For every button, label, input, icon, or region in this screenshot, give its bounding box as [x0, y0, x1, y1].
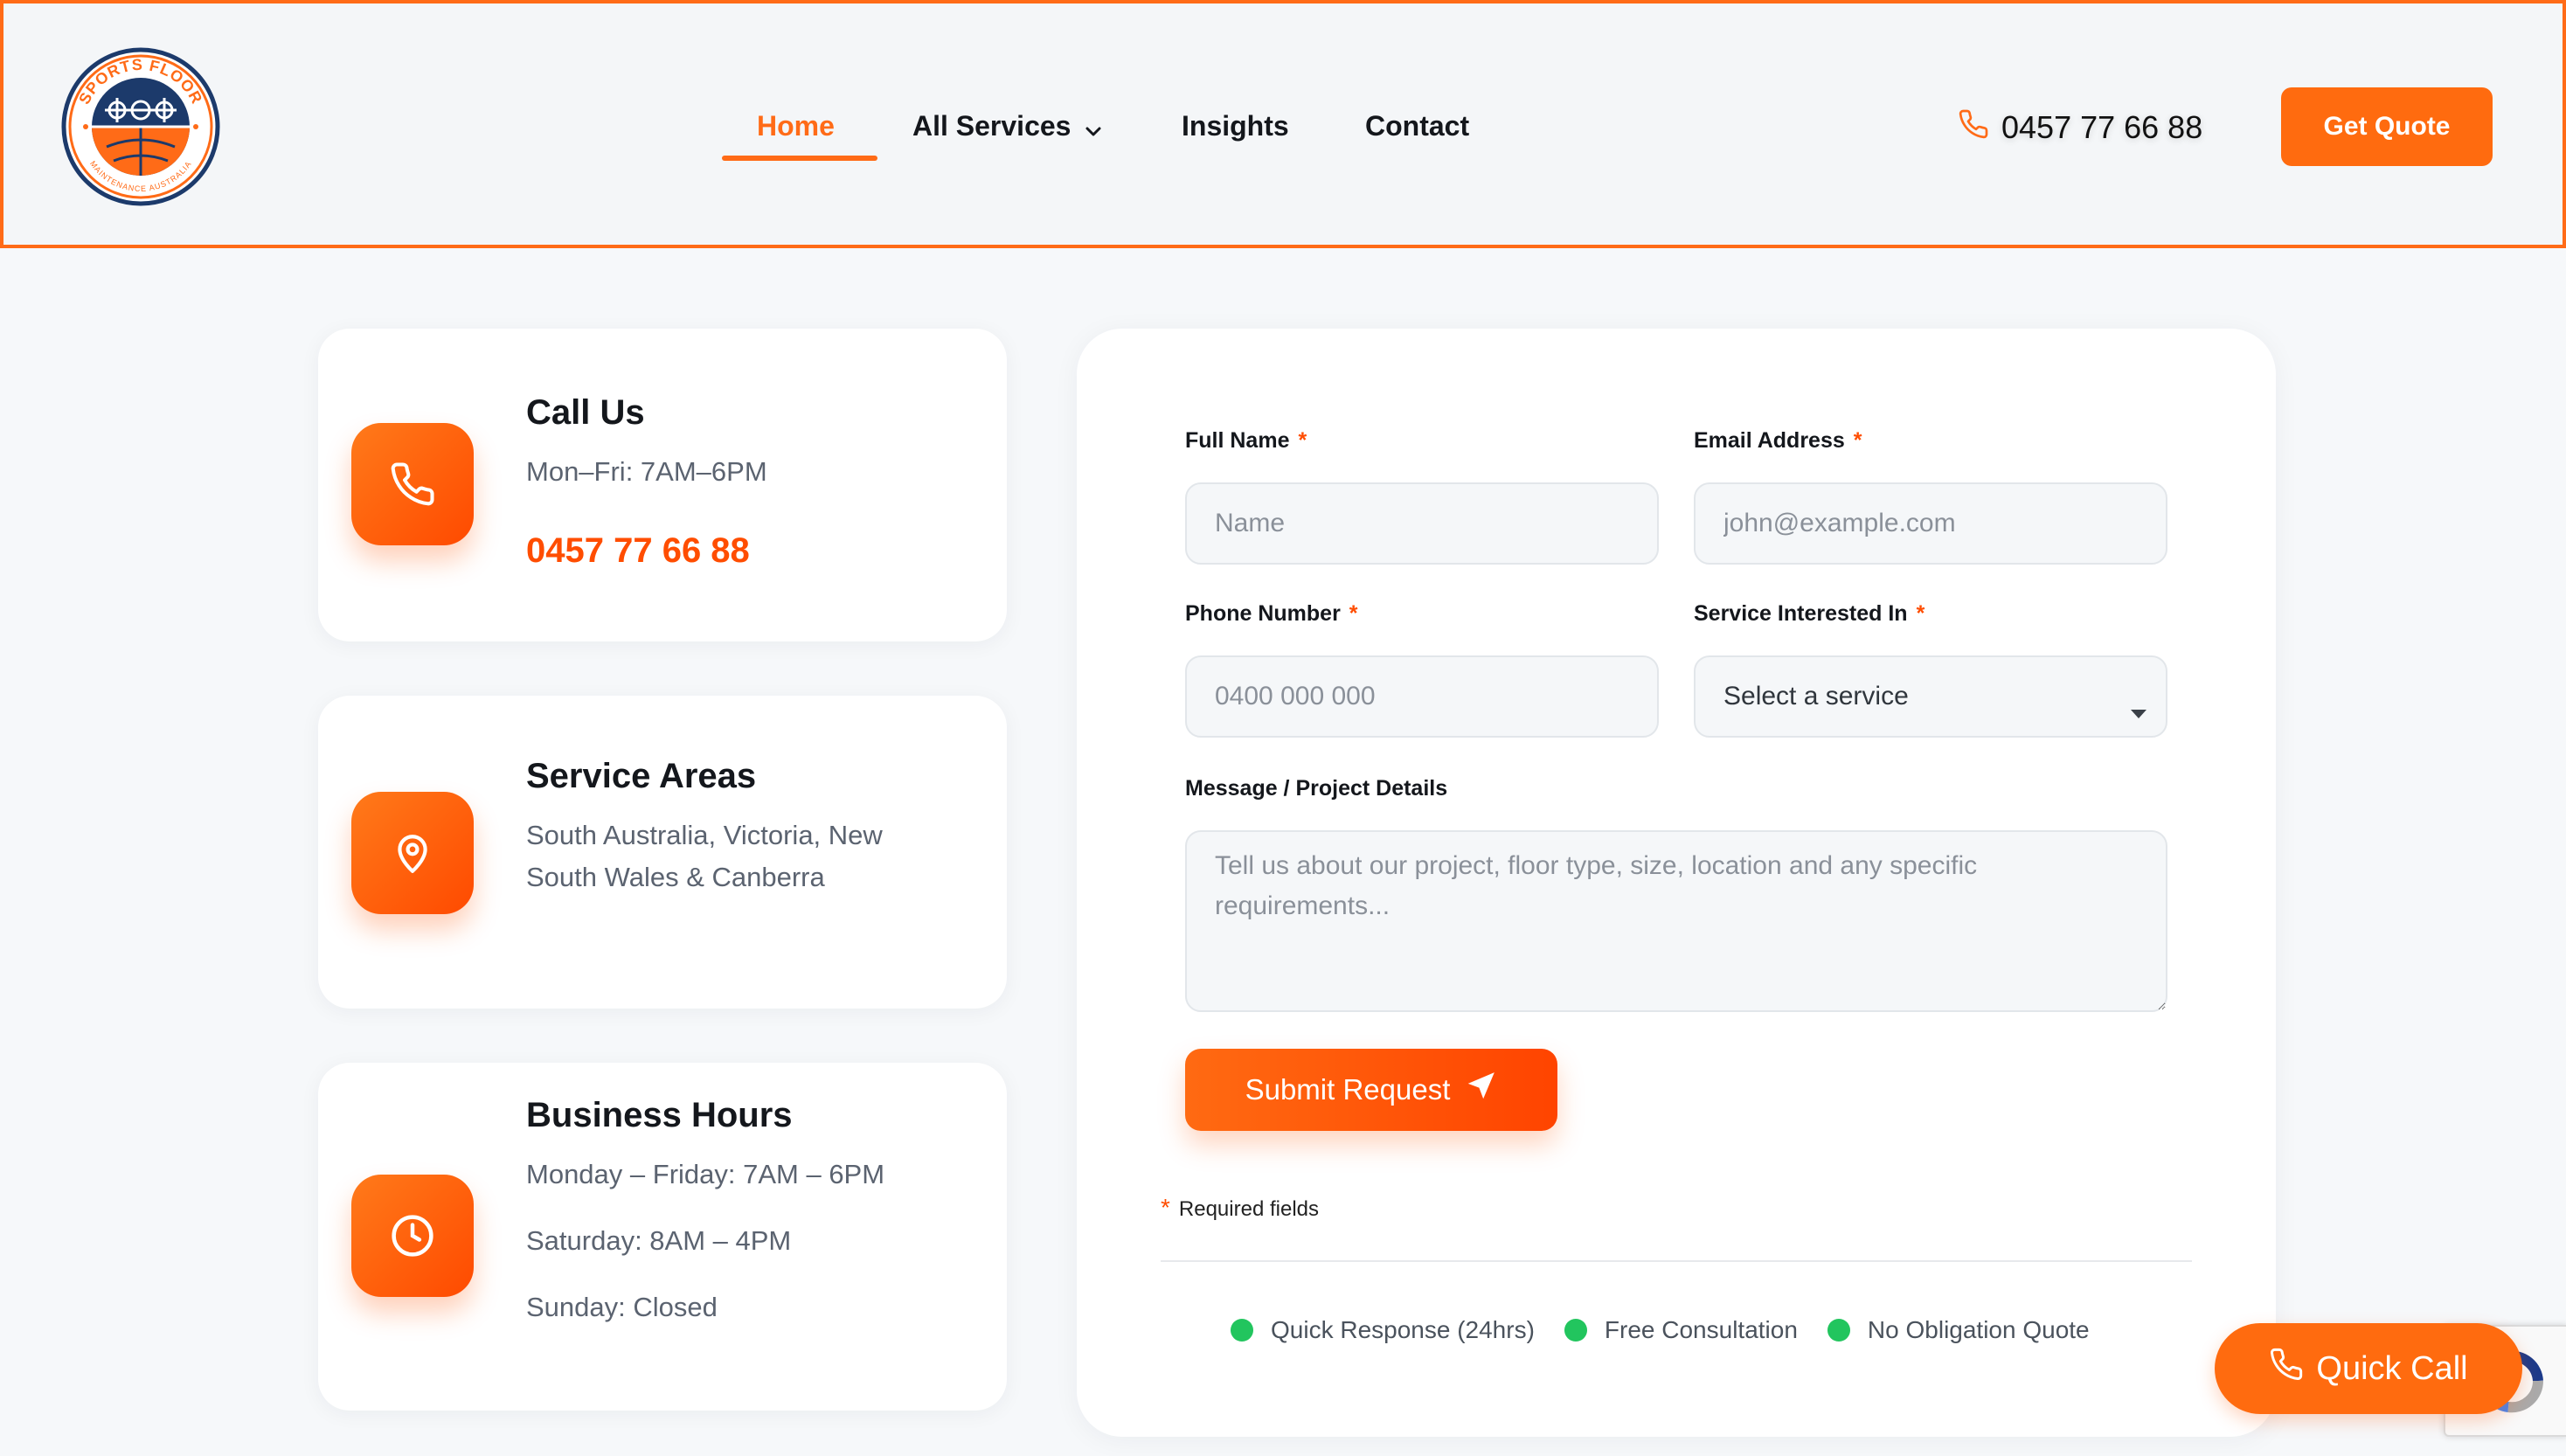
business-hours-sunday: Sunday: Closed: [526, 1292, 718, 1322]
required-star: *: [1161, 1194, 1170, 1221]
badge-text: No Obligation Quote: [1867, 1316, 2090, 1343]
nav-all-services[interactable]: All Services: [912, 94, 1102, 157]
get-quote-button[interactable]: Get Quote: [2281, 87, 2493, 166]
green-dot-icon: [1827, 1319, 1850, 1342]
full-name-input[interactable]: [1185, 482, 1659, 565]
chevron-down-icon: [1085, 97, 1102, 160]
required-mark: *: [1853, 428, 1862, 453]
nav-contact-label: Contact: [1365, 110, 1470, 142]
green-dot-icon: [1231, 1319, 1253, 1342]
phone-icon: [2269, 1347, 2316, 1390]
quick-call-label: Quick Call: [2316, 1349, 2468, 1387]
phone-label: Phone Number *: [1185, 601, 1358, 627]
nav-home[interactable]: Home: [757, 94, 835, 157]
service-label-text: Service Interested In: [1694, 601, 1908, 626]
service-select[interactable]: Select a service: [1694, 655, 2167, 738]
phone-icon: [351, 423, 474, 545]
quick-call-button[interactable]: Quick Call: [2215, 1323, 2522, 1414]
nav-active-underline: [722, 156, 877, 161]
required-fields-text: Required fields: [1178, 1197, 1319, 1221]
service-areas-card: Service Areas South Australia, Victoria,…: [318, 696, 1007, 1009]
service-select-value: Select a service: [1723, 682, 1909, 711]
email-input[interactable]: [1694, 482, 2167, 565]
submit-label: Submit Request: [1245, 1073, 1451, 1106]
map-pin-icon: [351, 792, 474, 914]
business-hours-saturday: Saturday: 8AM – 4PM: [526, 1225, 792, 1256]
service-areas-line-2: South Wales & Canberra: [526, 862, 825, 892]
call-us-hours: Mon–Fri: 7AM–6PM: [526, 456, 767, 487]
badge-no-obligation: No Obligation Quote: [1827, 1316, 2090, 1344]
call-us-phone-link[interactable]: 0457 77 66 88: [526, 531, 750, 571]
full-name-label-text: Full Name: [1185, 428, 1290, 453]
site-logo[interactable]: SPORTS FLOOR MAINTENANCE AUSTRALIA: [61, 47, 220, 206]
badge-quick-response: Quick Response (24hrs): [1231, 1316, 1535, 1344]
badge-free-consultation: Free Consultation: [1564, 1316, 1798, 1344]
message-label: Message / Project Details: [1185, 776, 1448, 801]
email-label-text: Email Address: [1694, 428, 1845, 453]
service-areas-line-1: South Australia, Victoria, New: [526, 820, 883, 850]
required-mark: *: [1916, 601, 1925, 626]
quote-form: Full Name * Email Address * Phone Number * …: [1077, 329, 2276, 1437]
badge-text: Quick Response (24hrs): [1271, 1316, 1535, 1343]
phone-input[interactable]: [1185, 655, 1659, 738]
nav-insights-label: Insights: [1182, 110, 1289, 142]
caret-down-icon: [2129, 697, 2148, 727]
nav-home-label: Home: [757, 110, 835, 142]
business-hours-title: Business Hours: [526, 1096, 793, 1134]
service-areas-title: Service Areas: [526, 757, 757, 795]
business-hours-weekdays: Monday – Friday: 7AM – 6PM: [526, 1159, 885, 1189]
submit-request-button[interactable]: Submit Request: [1185, 1049, 1557, 1131]
header-phone-link[interactable]: 0457 77 66 88: [1958, 101, 2202, 154]
clock-icon: [351, 1175, 474, 1297]
business-hours-card: Business Hours Monday – Friday: 7AM – 6P…: [318, 1063, 1007, 1411]
service-label: Service Interested In *: [1694, 601, 1924, 627]
email-label: Email Address *: [1694, 428, 1862, 454]
message-textarea[interactable]: [1185, 830, 2167, 1012]
green-dot-icon: [1564, 1319, 1587, 1342]
call-us-card: Call Us Mon–Fri: 7AM–6PM 0457 77 66 88: [318, 329, 1007, 641]
required-fields-note: * Required fields: [1161, 1194, 1319, 1222]
nav-all-services-label: All Services: [912, 110, 1071, 142]
phone-icon: [1958, 108, 2001, 148]
header-phone-number: 0457 77 66 88: [2001, 109, 2203, 145]
required-mark: *: [1349, 601, 1358, 626]
site-header: SPORTS FLOOR MAINTENANCE AUSTRALIA Home …: [0, 0, 2566, 248]
nav-contact[interactable]: Contact: [1365, 94, 1469, 157]
badge-text: Free Consultation: [1604, 1316, 1798, 1343]
trust-badges: Quick Response (24hrs) Free Consultation…: [1231, 1316, 2119, 1344]
nav-insights[interactable]: Insights: [1182, 94, 1289, 157]
required-mark: *: [1298, 428, 1307, 453]
phone-label-text: Phone Number: [1185, 601, 1341, 626]
send-icon: [1450, 1070, 1497, 1110]
call-us-title: Call Us: [526, 393, 645, 432]
divider: [1161, 1260, 2192, 1262]
full-name-label: Full Name *: [1185, 428, 1307, 454]
